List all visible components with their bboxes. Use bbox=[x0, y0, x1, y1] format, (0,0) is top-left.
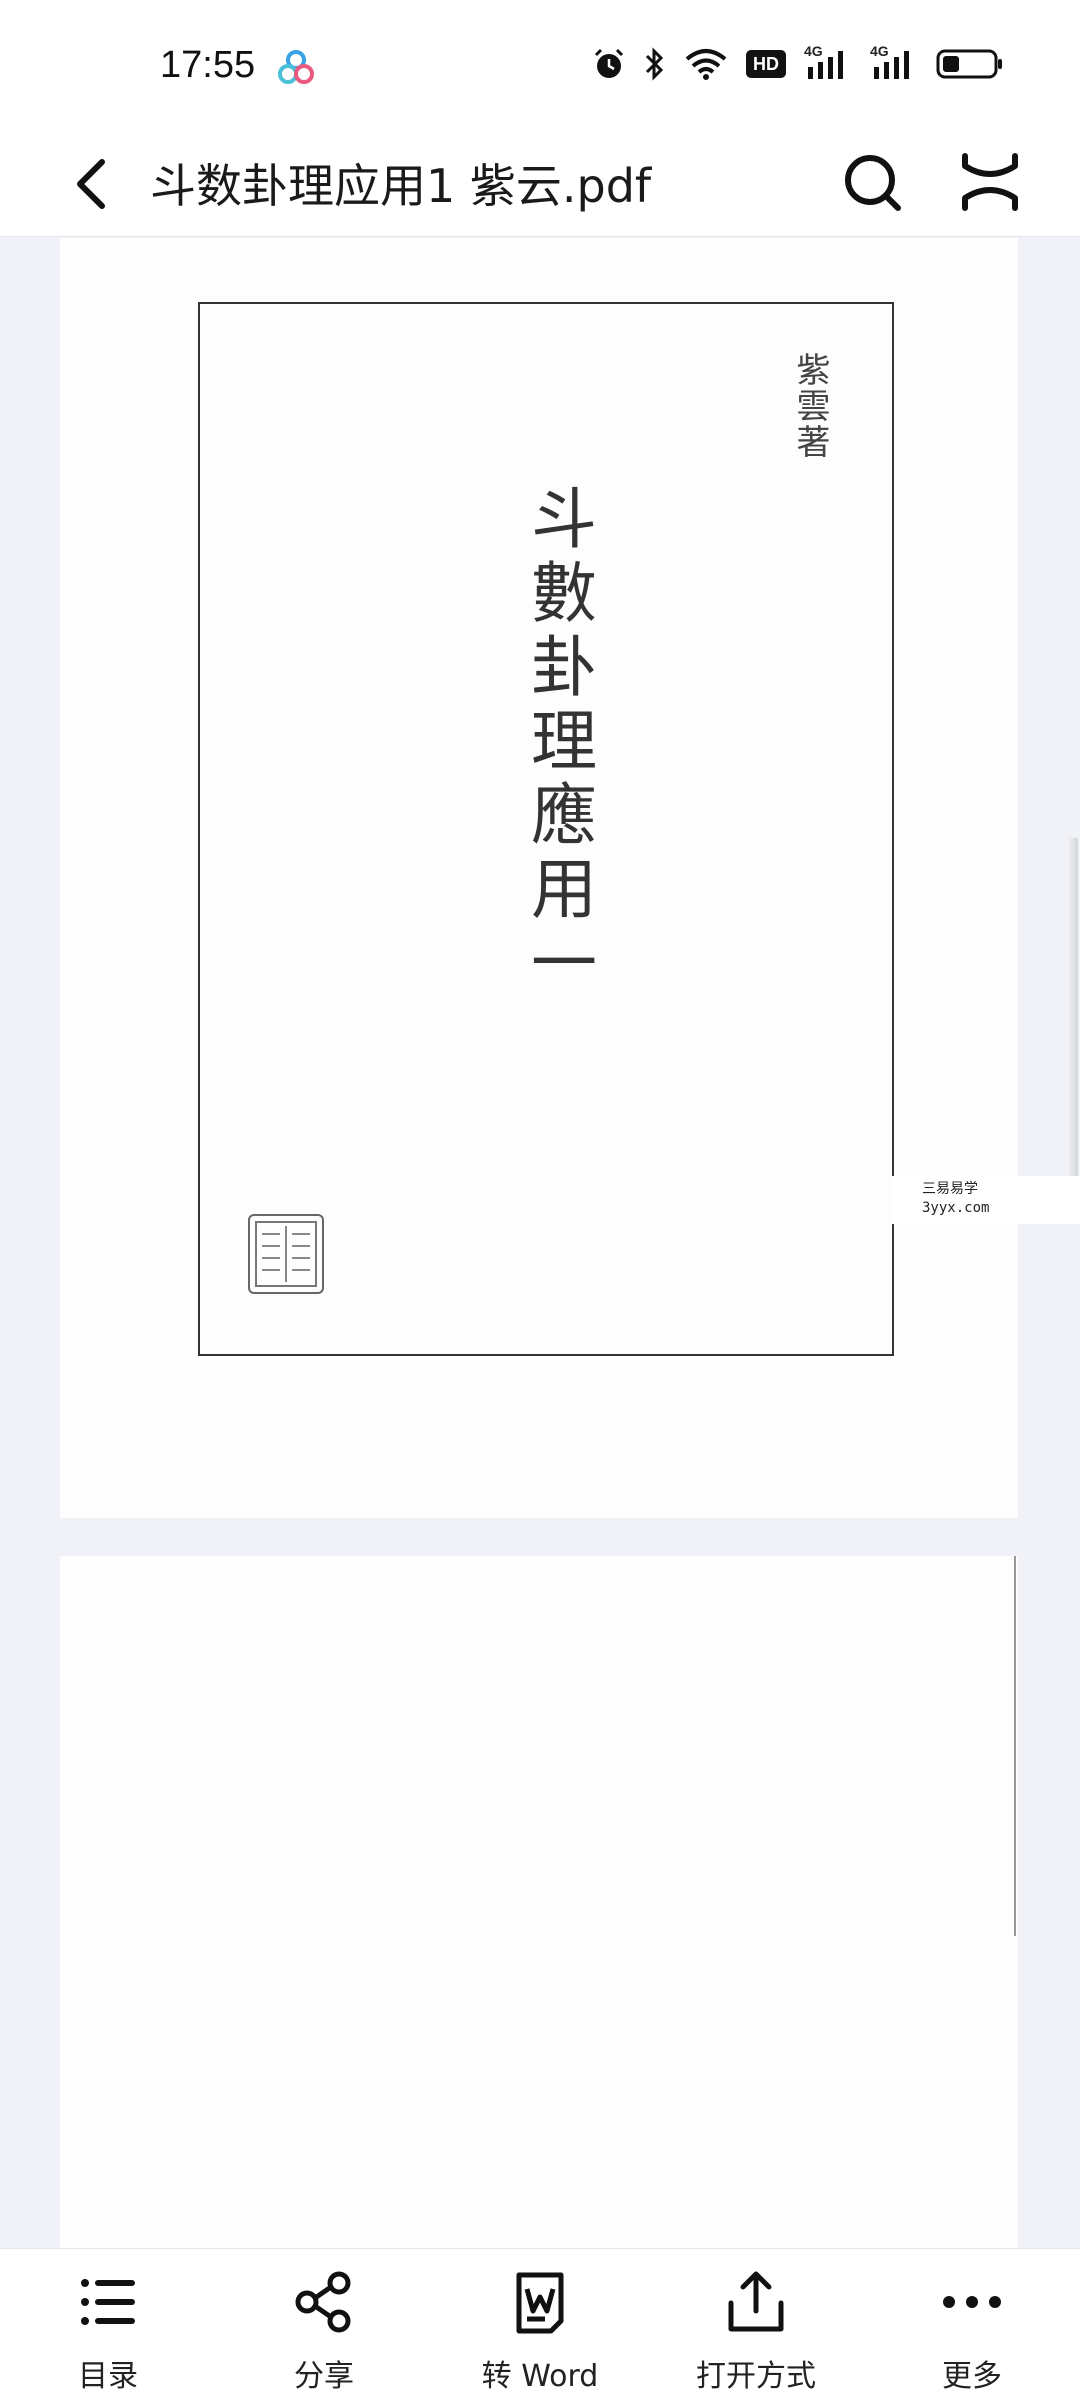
more-label: 更多 bbox=[942, 2359, 1002, 2394]
book-title: 斗數卦理應用一 bbox=[520, 484, 597, 1002]
pdf-page[interactable]: 紫雲著 斗數卦理應用一 bbox=[60, 238, 1078, 1518]
signal-4g-icon: 4G bbox=[870, 43, 918, 81]
search-icon[interactable] bbox=[838, 144, 908, 220]
toc-label: 目录 bbox=[78, 2359, 138, 2394]
watermark-text: 三易易学 bbox=[922, 1181, 978, 1197]
fullscreen-icon[interactable] bbox=[955, 144, 1025, 220]
open-with-label: 打开方式 bbox=[696, 2359, 816, 2394]
toc-button[interactable]: 目录 bbox=[0, 2249, 216, 2401]
wifi-icon bbox=[685, 49, 727, 80]
more-icon bbox=[943, 2296, 1001, 2308]
alarm-icon bbox=[594, 48, 624, 78]
status-bar: 17:55 HD 4G 4G bbox=[0, 0, 1080, 130]
open-with-icon bbox=[728, 2271, 784, 2332]
hd-icon: HD bbox=[746, 50, 786, 78]
bottom-toolbar: 目录 分享 转 Word 打开方式 更多 bbox=[0, 2248, 1080, 2401]
pdf-page[interactable] bbox=[60, 1556, 1018, 2256]
document-header: 斗数卦理应用1 紫云.pdf bbox=[0, 130, 1080, 237]
back-icon[interactable] bbox=[58, 144, 128, 224]
share-button[interactable]: 分享 bbox=[216, 2249, 432, 2401]
bluetooth-icon bbox=[645, 47, 664, 81]
convert-word-label: 转 Word bbox=[481, 2359, 599, 2394]
status-time: 17:55 bbox=[160, 44, 256, 86]
document-title: 斗数卦理应用1 紫云.pdf bbox=[150, 159, 652, 213]
page-border-frame: 紫雲著 斗數卦理應用一 bbox=[198, 302, 894, 1356]
share-icon bbox=[295, 2271, 351, 2333]
publisher-seal bbox=[248, 1214, 324, 1294]
watermark-url: 3yyx.com bbox=[922, 1200, 990, 1216]
status-icons: HD 4G 4G bbox=[592, 43, 1004, 82]
app-cluster-icon bbox=[278, 50, 314, 84]
convert-word-icon bbox=[516, 2272, 564, 2334]
page-edge-shadow bbox=[1068, 838, 1078, 1198]
signal-4g-icon: 4G bbox=[804, 43, 852, 81]
battery-icon bbox=[936, 49, 1002, 79]
book-author: 紫雲著 bbox=[790, 352, 830, 460]
open-with-button[interactable]: 打开方式 bbox=[648, 2249, 864, 2401]
convert-word-button[interactable]: 转 Word bbox=[432, 2249, 648, 2401]
page-edge-line bbox=[1014, 1556, 1016, 1936]
list-icon bbox=[81, 2279, 135, 2325]
more-button[interactable]: 更多 bbox=[864, 2249, 1080, 2401]
share-label: 分享 bbox=[294, 2359, 354, 2394]
